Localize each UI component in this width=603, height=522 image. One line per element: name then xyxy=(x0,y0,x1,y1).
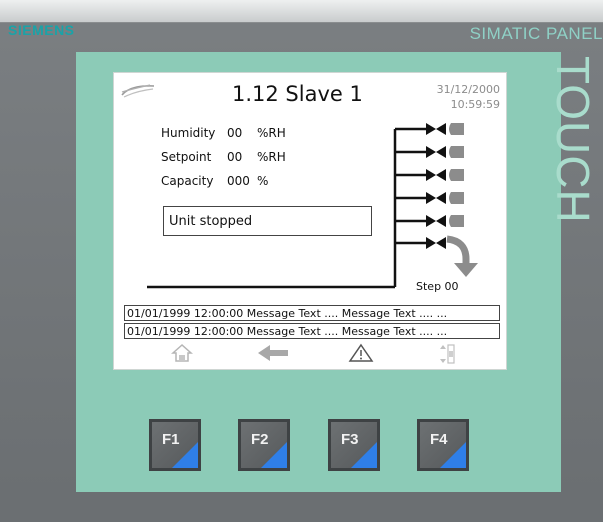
alarm-message-row[interactable]: 01/01/1999 12:00:00 Message Text .... Me… xyxy=(124,323,500,339)
touch-screen[interactable]: 1.12 Slave 1 31/12/2000 10:59:59 Humidit… xyxy=(113,72,507,370)
function-key-bar: F1 F2 F3 F4 xyxy=(0,419,603,479)
valve-branch-2 xyxy=(395,146,464,158)
device-bottom xyxy=(0,492,603,522)
valve-branch-4 xyxy=(395,192,464,204)
model-label: SIMATIC PANEL xyxy=(469,24,603,43)
touch-label: TOUCH xyxy=(547,54,602,264)
f2-key-accent xyxy=(261,442,287,468)
f1-key-accent xyxy=(172,442,198,468)
brand-logo: SIEMENS xyxy=(8,22,75,38)
valve-branch-5 xyxy=(395,215,464,227)
valve-branch-3 xyxy=(395,169,464,181)
f1-key[interactable]: F1 xyxy=(149,419,201,471)
f3-key-accent xyxy=(351,442,377,468)
alarm-warning-icon[interactable] xyxy=(348,343,374,363)
scroll-icon[interactable] xyxy=(438,343,458,365)
f4-key[interactable]: F4 xyxy=(417,419,469,471)
hmi-panel: SIEMENS SIMATIC PANEL TOUCH 1.12 Slave 1… xyxy=(0,0,603,522)
home-icon[interactable] xyxy=(171,343,193,363)
valve-branch-1 xyxy=(395,123,464,135)
back-arrow-icon[interactable] xyxy=(256,343,290,363)
top-strip xyxy=(0,0,603,23)
step-arrow-icon xyxy=(446,235,470,265)
valve-branch-6 xyxy=(395,237,446,249)
f3-key[interactable]: F3 xyxy=(328,419,380,471)
f4-key-accent xyxy=(440,442,466,468)
touch-label-text: TOUCH xyxy=(547,56,599,224)
step-arrow-head xyxy=(454,263,478,277)
alarm-message-row[interactable]: 01/01/1999 12:00:00 Message Text .... Me… xyxy=(124,305,500,321)
step-diagram xyxy=(147,123,478,289)
f2-key[interactable]: F2 xyxy=(238,419,290,471)
step-indicator: Step 00 xyxy=(416,280,459,293)
